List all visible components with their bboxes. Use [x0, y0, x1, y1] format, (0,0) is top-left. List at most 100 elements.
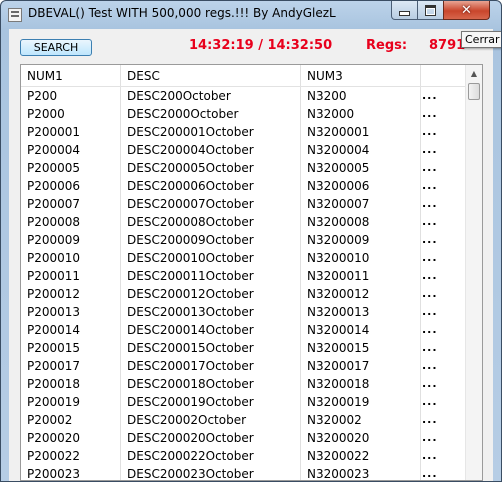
more-ellipsis[interactable]: ...	[421, 249, 465, 267]
table-row[interactable]: P2000 DESC2000October N32000...	[21, 105, 465, 123]
cell-more[interactable]: ...	[421, 177, 465, 195]
column-header-desc[interactable]: DESC	[121, 65, 301, 86]
cell-desc: DESC20002October	[121, 411, 301, 429]
cell-more[interactable]: ...	[421, 159, 465, 177]
scroll-up-arrow-icon[interactable]: ▲	[466, 65, 482, 82]
table-row[interactable]: P200015 DESC200015October N3200015...	[21, 339, 465, 357]
cell-more[interactable]: ...	[421, 87, 465, 105]
table-row[interactable]: P200012 DESC200012October N3200012...	[21, 285, 465, 303]
table-row[interactable]: P200001 DESC200001October N3200001...	[21, 123, 465, 141]
cell-more[interactable]: ...	[421, 195, 465, 213]
vertical-scrollbar[interactable]: ▲	[465, 65, 482, 480]
table-row[interactable]: P200009 DESC200009October N3200009...	[21, 231, 465, 249]
close-button[interactable]: ✕	[443, 1, 490, 20]
cell-more[interactable]: ...	[421, 429, 465, 447]
maximize-button[interactable]	[417, 1, 444, 20]
cell-num1: P200	[21, 87, 121, 105]
more-ellipsis[interactable]: ...	[421, 267, 465, 285]
cell-more[interactable]: ...	[421, 321, 465, 339]
more-ellipsis[interactable]: ...	[421, 87, 465, 105]
cell-desc: DESC200004October	[121, 141, 301, 159]
cell-num3: N320002	[301, 411, 421, 429]
table-row[interactable]: P200023 DESC200023October N3200023...	[21, 465, 465, 480]
records-grid[interactable]: NUM1 DESC NUM3 P200 DESC200October N3200..…	[20, 64, 483, 481]
cell-num1: P200006	[21, 177, 121, 195]
cell-more[interactable]: ...	[421, 411, 465, 429]
more-ellipsis[interactable]: ...	[421, 159, 465, 177]
table-row[interactable]: P200017 DESC200017October N3200017...	[21, 357, 465, 375]
more-ellipsis[interactable]: ...	[421, 285, 465, 303]
table-row[interactable]: P20002 DESC20002October N320002...	[21, 411, 465, 429]
cell-more[interactable]: ...	[421, 267, 465, 285]
table-row[interactable]: P200019 DESC200019October N3200019...	[21, 393, 465, 411]
cell-more[interactable]: ...	[421, 249, 465, 267]
cell-more[interactable]: ...	[421, 123, 465, 141]
table-row[interactable]: P200014 DESC200014October N3200014...	[21, 321, 465, 339]
cell-more[interactable]: ...	[421, 375, 465, 393]
app-icon[interactable]	[8, 8, 22, 22]
client-area: SEARCH 14:32:19 / 14:32:50 Regs: 8791 NU…	[9, 29, 493, 481]
time-range-label: 14:32:19 / 14:32:50	[189, 38, 333, 53]
cell-more[interactable]: ...	[421, 231, 465, 249]
cell-num3: N3200013	[301, 303, 421, 321]
more-ellipsis[interactable]: ...	[421, 321, 465, 339]
table-row[interactable]: P200010 DESC200010October N3200010...	[21, 249, 465, 267]
scroll-thumb[interactable]	[468, 83, 480, 100]
cell-more[interactable]: ...	[421, 447, 465, 465]
table-row[interactable]: P200011 DESC200011October N3200011...	[21, 267, 465, 285]
more-ellipsis[interactable]: ...	[421, 213, 465, 231]
more-ellipsis[interactable]: ...	[421, 123, 465, 141]
cell-num3: N3200019	[301, 393, 421, 411]
more-ellipsis[interactable]: ...	[421, 141, 465, 159]
table-row[interactable]: P200006 DESC200006October N3200006...	[21, 177, 465, 195]
table-row[interactable]: P200004 DESC200004October N3200004...	[21, 141, 465, 159]
cell-more[interactable]: ...	[421, 213, 465, 231]
table-row[interactable]: P200018 DESC200018October N3200018...	[21, 375, 465, 393]
table-row[interactable]: P200007 DESC200007October N3200007...	[21, 195, 465, 213]
more-ellipsis[interactable]: ...	[421, 393, 465, 411]
more-ellipsis[interactable]: ...	[421, 231, 465, 249]
table-row[interactable]: P200008 DESC200008October N3200008...	[21, 213, 465, 231]
more-ellipsis[interactable]: ...	[421, 429, 465, 447]
more-ellipsis[interactable]: ...	[421, 447, 465, 465]
cell-num1: P200019	[21, 393, 121, 411]
table-row[interactable]: P200022 DESC200022October N3200022...	[21, 447, 465, 465]
more-ellipsis[interactable]: ...	[421, 303, 465, 321]
cell-more[interactable]: ...	[421, 303, 465, 321]
cell-num3: N3200001	[301, 123, 421, 141]
cell-more[interactable]: ...	[421, 141, 465, 159]
more-ellipsis[interactable]: ...	[421, 411, 465, 429]
cell-more[interactable]: ...	[421, 465, 465, 480]
cell-desc: DESC200001October	[121, 123, 301, 141]
cell-num1: P200015	[21, 339, 121, 357]
cell-desc: DESC200012October	[121, 285, 301, 303]
cell-more[interactable]: ...	[421, 285, 465, 303]
more-ellipsis[interactable]: ...	[421, 177, 465, 195]
title-bar[interactable]: DBEVAL() Test WITH 500,000 regs.!!! By A…	[1, 1, 501, 29]
cell-num3: N3200012	[301, 285, 421, 303]
search-button[interactable]: SEARCH	[20, 39, 92, 56]
grid-header: NUM1 DESC NUM3	[21, 65, 465, 87]
column-header-num1[interactable]: NUM1	[21, 65, 121, 86]
table-row[interactable]: P200020 DESC200020October N3200020...	[21, 429, 465, 447]
table-row[interactable]: P200013 DESC200013October N3200013...	[21, 303, 465, 321]
column-header-extra[interactable]	[421, 65, 465, 86]
minimize-button[interactable]	[391, 1, 418, 20]
column-header-num3[interactable]: NUM3	[301, 65, 421, 86]
more-ellipsis[interactable]: ...	[421, 195, 465, 213]
cell-more[interactable]: ...	[421, 393, 465, 411]
cell-num1: P200022	[21, 447, 121, 465]
more-ellipsis[interactable]: ...	[421, 375, 465, 393]
more-ellipsis[interactable]: ...	[421, 105, 465, 123]
table-row[interactable]: P200005 DESC200005October N3200005...	[21, 159, 465, 177]
cell-more[interactable]: ...	[421, 357, 465, 375]
cell-num1: P200008	[21, 213, 121, 231]
cell-more[interactable]: ...	[421, 105, 465, 123]
cell-desc: DESC2000October	[121, 105, 301, 123]
more-ellipsis[interactable]: ...	[421, 465, 465, 480]
table-row[interactable]: P200 DESC200October N3200...	[21, 87, 465, 105]
cell-num3: N3200018	[301, 375, 421, 393]
more-ellipsis[interactable]: ...	[421, 357, 465, 375]
more-ellipsis[interactable]: ...	[421, 339, 465, 357]
cell-more[interactable]: ...	[421, 339, 465, 357]
